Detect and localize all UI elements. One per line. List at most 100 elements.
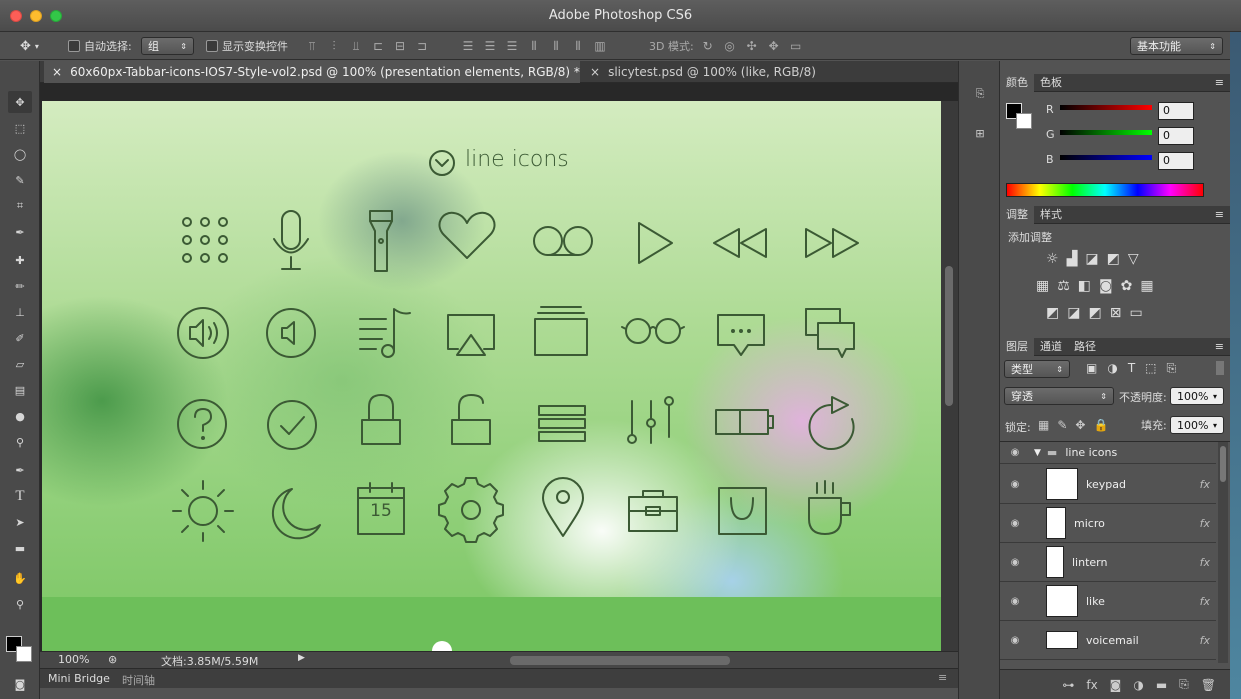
document-canvas[interactable]: line icons 15 — [42, 101, 941, 651]
layer-group-row[interactable]: ◉ ▼ ▬ line icons — [1000, 442, 1216, 464]
history-panel-icon[interactable]: ⎘ — [971, 87, 989, 105]
eye-icon[interactable]: ◉ — [1000, 635, 1030, 646]
tab-channels[interactable]: 通道 — [1034, 338, 1068, 356]
tab-color[interactable]: 颜色 — [1000, 73, 1034, 92]
delete-layer-icon[interactable]: 🗑 — [1201, 678, 1216, 692]
show-transform-checkbox[interactable] — [206, 40, 218, 52]
filter-shape-icon[interactable]: ⬚ — [1145, 361, 1156, 376]
opacity-field[interactable]: 100% ▾ — [1170, 387, 1224, 405]
b-slider[interactable] — [1060, 155, 1152, 160]
lock-position-icon[interactable]: ✥ — [1075, 418, 1085, 432]
curves-icon[interactable]: ◪ — [1085, 251, 1098, 267]
stamp-tool-icon[interactable]: ⊥ — [8, 301, 32, 323]
brightness-icon[interactable]: ☼ — [1046, 251, 1059, 267]
tab-styles[interactable]: 样式 — [1034, 206, 1068, 224]
color-spectrum[interactable] — [1006, 183, 1204, 197]
3d-scale-icon[interactable]: ▭ — [788, 38, 804, 54]
workspace-dropdown[interactable]: 基本功能 ⇕ — [1130, 37, 1223, 55]
lock-transparent-icon[interactable]: ▦ — [1038, 418, 1049, 432]
blend-mode-dropdown[interactable]: 穿透 ⇕ — [1004, 387, 1114, 405]
panel-menu-icon[interactable]: ≡ — [938, 671, 947, 684]
path-select-tool-icon[interactable]: ➤ — [8, 511, 32, 533]
selective-color-icon[interactable]: ⊠ — [1110, 305, 1122, 321]
layer-row[interactable]: ◉ like fx — [1000, 582, 1216, 621]
distribute-vcenter-icon[interactable]: ☰ — [482, 38, 498, 54]
document-tab-2[interactable]: × slicytest.psd @ 100% (like, RGB/8) — [582, 61, 822, 83]
layer-row[interactable]: ◉ voicemail fx — [1000, 621, 1216, 660]
distribute-hcenter-icon[interactable]: ⦀ — [548, 38, 564, 54]
distribute-bottom-icon[interactable]: ☰ — [504, 38, 520, 54]
fx-icon[interactable]: fx — [1200, 595, 1210, 608]
auto-select-checkbox[interactable] — [68, 40, 80, 52]
vertical-scroll-thumb[interactable] — [945, 266, 953, 406]
background-color-swatch[interactable] — [16, 646, 32, 662]
color-background-swatch[interactable] — [1016, 113, 1032, 129]
align-hcenter-icon[interactable]: ⊟ — [392, 38, 408, 54]
distribute-left-icon[interactable]: ⦀ — [526, 38, 542, 54]
new-group-icon[interactable]: ▬ — [1156, 678, 1167, 692]
fill-field[interactable]: 100% ▾ — [1170, 416, 1224, 434]
close-icon[interactable]: × — [590, 65, 600, 79]
gradient-map-icon[interactable]: ▭ — [1129, 305, 1142, 321]
mini-bridge-tab[interactable]: Mini Bridge — [48, 672, 110, 685]
eye-icon[interactable]: ◉ — [1000, 596, 1030, 607]
eraser-tool-icon[interactable]: ▱ — [8, 353, 32, 375]
hand-tool-icon[interactable]: ✋ — [8, 567, 32, 589]
color-balance-icon[interactable]: ⚖ — [1057, 278, 1070, 294]
auto-align-icon[interactable]: ▥ — [592, 38, 608, 54]
pen-tool-icon[interactable]: ✒ — [8, 459, 32, 481]
new-adjustment-icon[interactable]: ◑ — [1133, 678, 1143, 692]
panel-menu-icon[interactable]: ≡ — [1209, 338, 1230, 356]
color-lookup-icon[interactable]: ▦ — [1140, 278, 1153, 294]
tab-adjustments[interactable]: 调整 — [1000, 205, 1034, 224]
tab-paths[interactable]: 路径 — [1068, 338, 1102, 356]
dodge-tool-icon[interactable]: ⚲ — [8, 431, 32, 453]
vibrance-icon[interactable]: ▽ — [1128, 251, 1139, 267]
filter-smart-icon[interactable]: ⎘ — [1167, 361, 1177, 376]
posterize-icon[interactable]: ◪ — [1067, 305, 1080, 321]
align-vcenter-icon[interactable]: ⫶ — [326, 38, 342, 54]
align-left-icon[interactable]: ⊏ — [370, 38, 386, 54]
invert-icon[interactable]: ◩ — [1046, 305, 1059, 321]
auto-select-dropdown[interactable]: 组 ⇕ — [141, 37, 194, 55]
3d-drag-icon[interactable]: ✣ — [744, 38, 760, 54]
layers-scroll-thumb[interactable] — [1220, 446, 1226, 482]
brush-tool-icon[interactable]: ✏ — [8, 275, 32, 297]
fx-icon[interactable]: fx — [1200, 478, 1210, 491]
marquee-tool-icon[interactable]: ⬚ — [8, 117, 32, 139]
tab-layers[interactable]: 图层 — [1000, 337, 1034, 356]
eye-icon[interactable]: ◉ — [1000, 447, 1030, 458]
healing-brush-tool-icon[interactable]: ✚ — [8, 249, 32, 271]
layers-scrollbar[interactable] — [1218, 442, 1228, 663]
align-top-icon[interactable]: ⫪ — [304, 38, 320, 54]
move-tool-preset[interactable]: ✥ ▾ — [20, 37, 39, 55]
new-layer-icon[interactable]: ⎘ — [1179, 677, 1189, 692]
threshold-icon[interactable]: ◩ — [1088, 305, 1101, 321]
fx-icon[interactable]: fx — [1200, 556, 1210, 569]
disclosure-triangle-icon[interactable]: ▼ — [1034, 448, 1041, 458]
type-tool-icon[interactable]: T — [8, 485, 32, 507]
lock-image-icon[interactable]: ✎ — [1057, 418, 1067, 432]
move-tool-icon[interactable]: ✥ — [8, 91, 32, 113]
horizontal-scroll-thumb[interactable] — [510, 656, 730, 665]
layer-row[interactable]: ◉ lintern fx — [1000, 543, 1216, 582]
quick-select-tool-icon[interactable]: ✎ — [8, 169, 32, 191]
3d-roll-icon[interactable]: ◎ — [722, 38, 738, 54]
fx-icon[interactable]: fx — [1200, 634, 1210, 647]
tab-swatches[interactable]: 色板 — [1034, 74, 1068, 92]
fx-icon[interactable]: fx — [1200, 517, 1210, 530]
layer-row[interactable]: ◉ micro fx — [1000, 504, 1216, 543]
timeline-tab[interactable]: 时间轴 — [122, 672, 155, 688]
link-layers-icon[interactable]: ⊶ — [1062, 678, 1074, 692]
photo-filter-icon[interactable]: ◙ — [1099, 278, 1113, 294]
3d-slide-icon[interactable]: ✥ — [766, 38, 782, 54]
distribute-top-icon[interactable]: ☰ — [460, 38, 476, 54]
channel-mixer-icon[interactable]: ✿ — [1121, 278, 1133, 294]
eyedropper-tool-icon[interactable]: ✒ — [8, 221, 32, 243]
lock-all-icon[interactable]: 🔒 — [1093, 418, 1108, 432]
hue-saturation-icon[interactable]: ▦ — [1036, 278, 1049, 294]
align-right-icon[interactable]: ⊐ — [414, 38, 430, 54]
vertical-scrollbar[interactable] — [941, 101, 958, 651]
properties-panel-icon[interactable]: ⊞ — [971, 127, 989, 145]
blur-tool-icon[interactable]: ● — [8, 405, 32, 427]
